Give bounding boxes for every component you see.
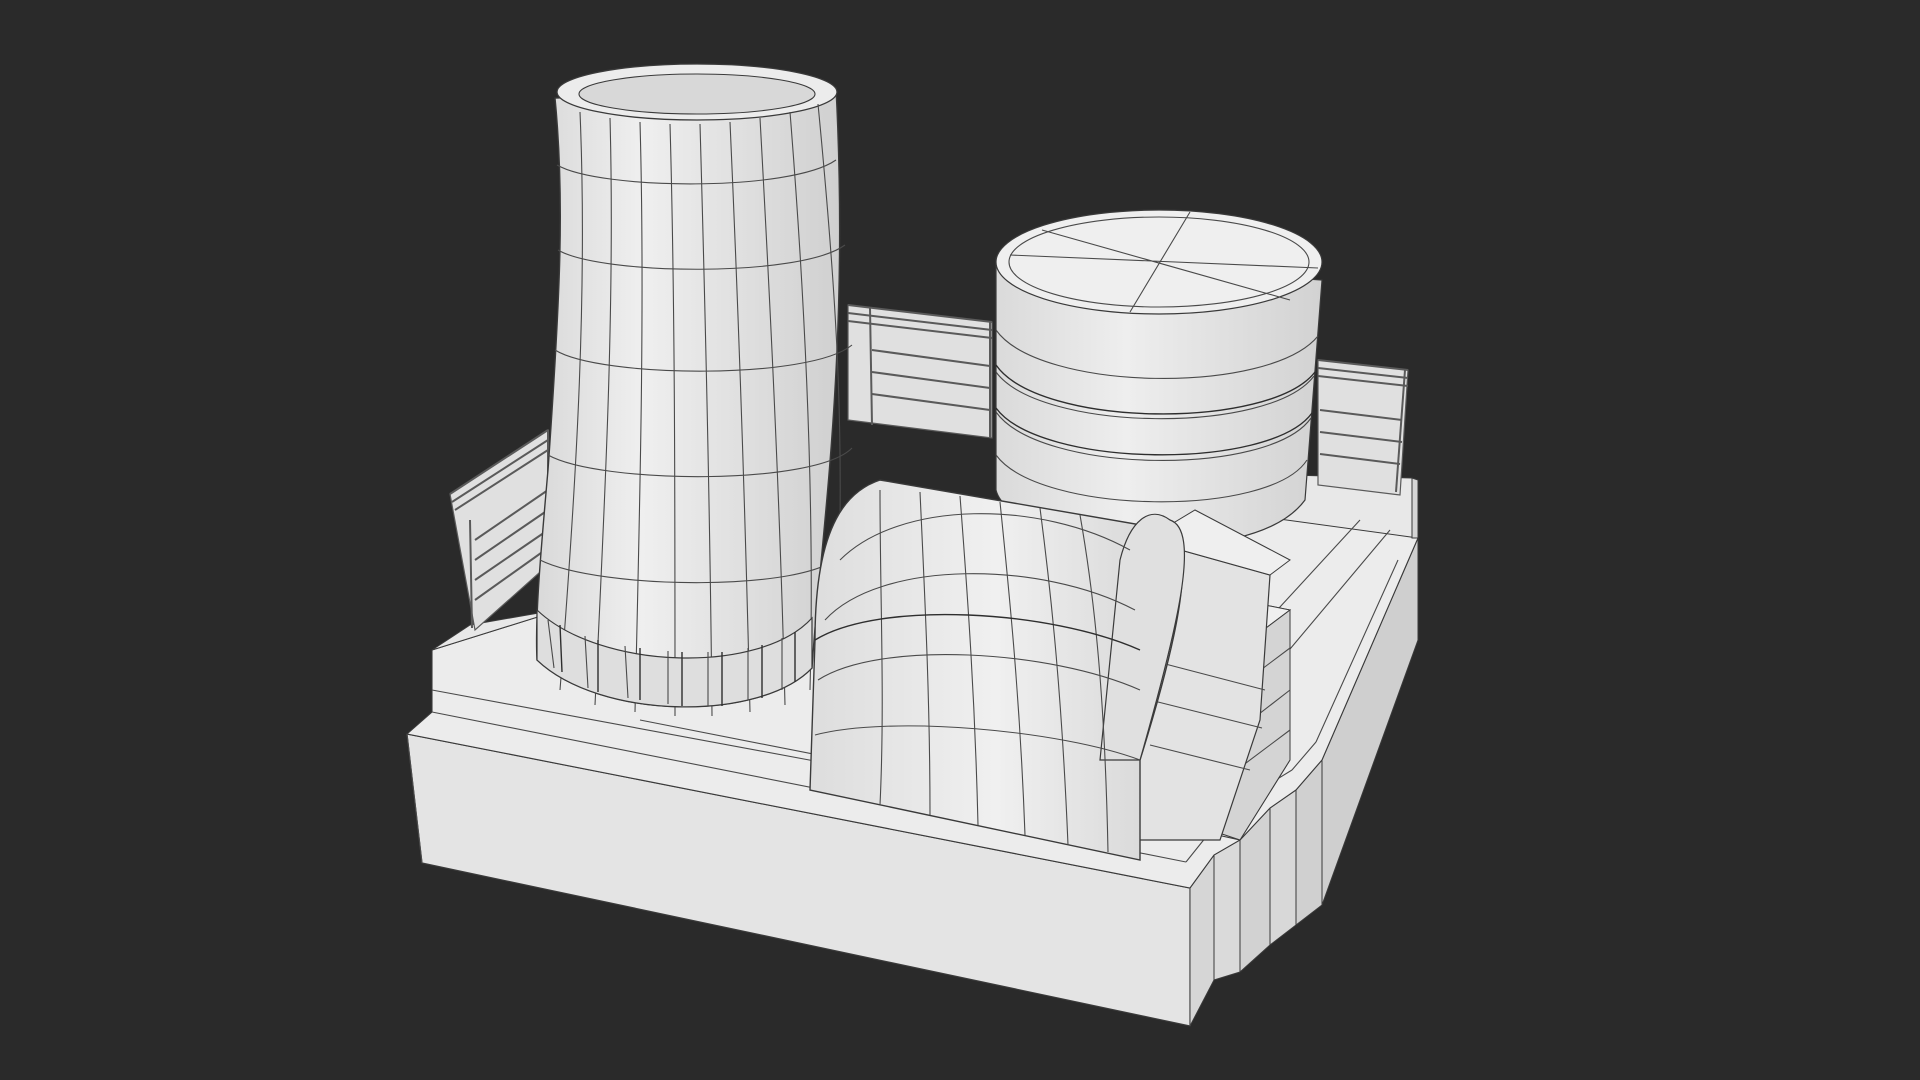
cylindrical-tank [995, 209, 1323, 547]
render-viewport [0, 0, 1920, 1080]
cooling-tower [535, 63, 853, 717]
railing-back [847, 304, 993, 439]
railing-left [449, 428, 549, 632]
railing-right [1317, 359, 1409, 496]
power-plant-model [405, 63, 1419, 1027]
vaulted-hall [809, 479, 1291, 861]
